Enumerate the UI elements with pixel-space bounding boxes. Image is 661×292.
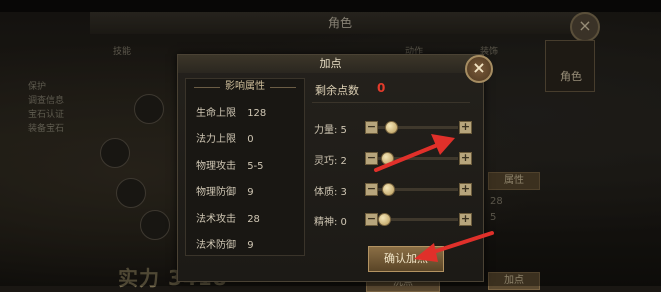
annotation-arrows [374, 134, 494, 262]
red-arrow-icon [414, 231, 494, 262]
red-arrow-icon [374, 134, 455, 172]
